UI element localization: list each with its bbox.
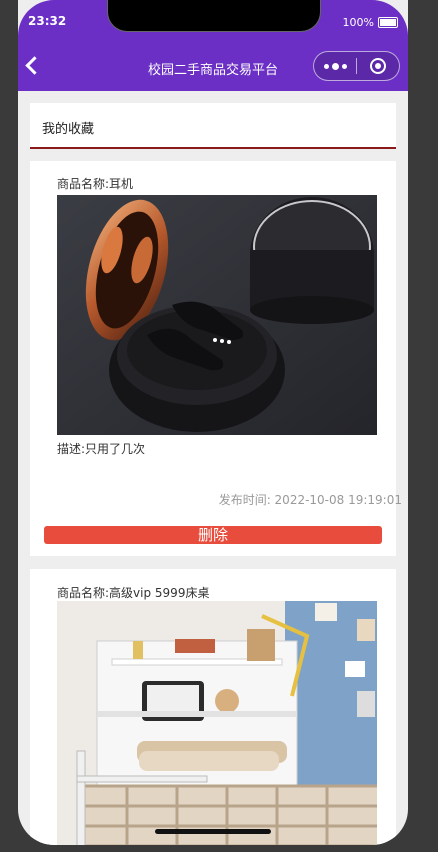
item-name: 商品名称:高级vip 5999床桌 xyxy=(57,586,210,600)
battery-icon xyxy=(378,17,398,28)
bed-desk-product-image[interactable] xyxy=(57,601,377,845)
favorite-item-card[interactable]: 商品名称:耳机 描述:只用了几次 发布时间: 2022-10-08 19:19:… xyxy=(30,161,402,556)
status-time: 23:32 xyxy=(28,14,67,28)
favorites-title: 我的收藏 xyxy=(42,122,95,137)
nav-bar: 校园二手商品交易平台 xyxy=(18,44,408,91)
more-dots-icon xyxy=(323,62,347,70)
target-icon xyxy=(370,58,386,74)
favorite-item-card[interactable]: 商品名称:高级vip 5999床桌 xyxy=(30,569,396,845)
item-name: 商品名称:耳机 xyxy=(57,177,134,191)
mini-program-capsule xyxy=(313,51,400,81)
status-battery: 100% xyxy=(343,16,398,29)
delete-button[interactable]: 删除 xyxy=(44,526,382,544)
home-indicator xyxy=(155,829,271,834)
phone-frame: 23:32 100% 校园二手商品交易平台 我的收藏 商品名称:耳机 描述:只用… xyxy=(18,0,408,845)
earbuds-product-image[interactable] xyxy=(57,195,377,435)
close-mini-program-button[interactable] xyxy=(357,52,399,80)
item-publish-time: 发布时间: 2022-10-08 19:19:01 xyxy=(218,493,402,507)
status-bar: 23:32 100% xyxy=(18,0,408,44)
favorites-header: 我的收藏 xyxy=(30,103,396,149)
more-button[interactable] xyxy=(314,52,356,80)
notch xyxy=(107,0,321,32)
item-description: 描述:只用了几次 xyxy=(57,442,146,456)
battery-percent: 100% xyxy=(342,16,374,29)
